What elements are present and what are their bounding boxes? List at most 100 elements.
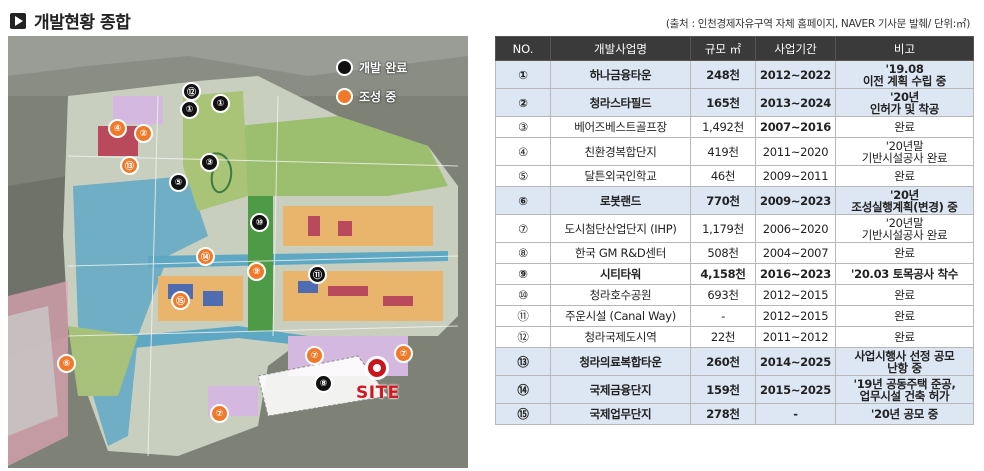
map-marker[interactable]: ⑫ [182,82,201,101]
row-name: 도시첨단산업단지 (IHP) [550,214,691,243]
row-period: - [755,403,836,425]
development-map: 개발 완료 조성 중 ⑫ ① ① ④ ② ⑬ ③ ⑤ ⑩ ⑭ ⑨ ⑪ ⑮ ⑥ ⑦… [8,36,468,468]
col-note: 비고 [835,36,974,61]
row-note-line1: '20년 [890,187,919,202]
row-name: 청라스타필드 [550,88,691,117]
table-row: ② 청라스타필드 165천 2013~2024 '20년 인허가 및 착공 [495,88,974,117]
row-period: 2007~2016 [755,116,836,138]
map-legend: 개발 완료 조성 중 [336,59,456,117]
row-no: ⑫ [495,326,551,348]
row-no: ⑭ [495,375,551,404]
row-no: ⑦ [495,214,551,243]
row-no: ⑧ [495,242,551,264]
row-note-line2: 난항 중 [887,360,922,375]
map-marker[interactable]: ⑦ [394,344,413,363]
row-no: ① [495,60,551,89]
row-name: 시티타워 [550,263,691,285]
row-note-line2: 이전 계획 수립 중 [862,73,947,88]
row-no: ⑤ [495,165,551,187]
row-size: 693천 [690,284,756,306]
black-dot-icon [336,59,353,76]
row-period: 2013~2024 [755,88,836,117]
row-name: 청라호수공원 [550,284,691,306]
row-period: 2016~2023 [755,263,836,285]
table-row: ⑫ 청라국제도시역 22천 2011~2012 완료 [495,326,974,348]
row-size: 1,179천 [690,214,756,243]
legend-complete: 개발 완료 [336,59,456,76]
row-note-line2: 업무시설 건축 허가 [859,388,950,403]
row-period: 2011~2020 [755,137,836,166]
map-marker[interactable]: ④ [108,119,127,138]
map-marker[interactable]: ⑨ [247,262,266,281]
col-size: 규모 ㎡ [690,36,756,61]
row-name: 주운시설 (Canal Way) [550,305,691,327]
map-marker[interactable]: ③ [200,153,219,172]
row-name: 국제업무단지 [550,403,691,425]
map-marker[interactable]: ⑮ [171,291,190,310]
table-row: ⑤ 달튼외국인학교 46천 2009~2011 완료 [495,165,974,187]
map-marker[interactable]: ⑥ [57,354,76,373]
map-marker[interactable]: ⑪ [308,265,327,284]
row-note-line2: 조성실행계획(변경) 중 [851,199,958,214]
table-row: ⑬ 청라의료복합타운 260천 2014~2025 사업시행사 선정 공모 난항 … [495,347,974,376]
projects-table: NO. 개발사업명 규모 ㎡ 사업기간 비고 ① 하나금융타운 248천 201… [495,36,974,425]
row-size: 1,492천 [690,116,756,138]
site-pin-icon[interactable] [365,356,389,380]
legend-complete-label: 개발 완료 [359,61,408,75]
table-row: ④ 친환경복합단지 419천 2011~2020 '20년말 기반시설공사 완료 [495,137,974,166]
map-marker[interactable]: ① [211,94,230,113]
row-note: '20년 조성실행계획(변경) 중 [835,186,974,215]
map-marker[interactable]: ⑤ [169,173,188,192]
row-name: 국제금융단지 [550,375,691,404]
row-period: 2012~2015 [755,305,836,327]
table-row: ⑭ 국제금융단지 159천 2015~2025 '19년 공동주택 준공, 업무시… [495,375,974,404]
row-no: ④ [495,137,551,166]
row-note-line1: 사업시행사 선정 공모 [854,348,955,363]
row-note: '20년 인허가 및 착공 [835,88,974,117]
row-name: 친환경복합단지 [550,137,691,166]
row-note: 사업시행사 선정 공모 난항 중 [835,347,974,376]
row-note: 완료 [835,305,974,327]
row-no: ⑥ [495,186,551,215]
row-name: 로봇랜드 [550,186,691,215]
row-note: '19.08 이전 계획 수립 중 [835,60,974,89]
row-period: 2009~2011 [755,165,836,187]
row-size: 278천 [690,403,756,425]
row-note-line1: '19.08 [885,61,924,76]
table-row: ⑪ 주운시설 (Canal Way) - 2012~2015 완료 [495,305,974,327]
table-row: ⑦ 도시첨단산업단지 (IHP) 1,179천 2006~2020 '20년말 기… [495,214,974,243]
map-marker[interactable]: ⑬ [120,156,139,175]
map-marker[interactable]: ② [134,124,153,143]
map-marker[interactable]: ⑭ [196,247,215,266]
row-note-line1: '19년 공동주택 준공, [853,376,956,391]
row-note: 완료 [835,284,974,306]
row-name: 청라의료복합타운 [550,347,691,376]
row-name: 하나금융타운 [550,60,691,89]
map-marker[interactable]: ① [180,100,199,119]
row-note: 완료 [835,242,974,264]
row-size: 4,158천 [690,263,756,285]
row-no: ② [495,88,551,117]
row-period: 2012~2022 [755,60,836,89]
row-period: 2009~2023 [755,186,836,215]
map-marker[interactable]: ⑦ [210,404,229,423]
source-note: (출처 : 인천경제자유구역 자체 홈페이지, NAVER 기사문 발췌/ 단위… [665,18,970,30]
row-size: 165천 [690,88,756,117]
table-row: ⑨ 시티타워 4,158천 2016~2023 '20.03 토목공사 착수 [495,263,974,285]
map-marker[interactable]: ⑦ [305,346,324,365]
map-marker[interactable]: ⑧ [314,374,333,393]
row-note: 완료 [835,116,974,138]
row-no: ⑪ [495,305,551,327]
row-no: ⑮ [495,403,551,425]
play-icon [10,12,26,29]
page-title: 개발현황 종합 [34,13,131,33]
map-marker[interactable]: ⑩ [250,213,269,232]
row-name: 달튼외국인학교 [550,165,691,187]
row-no: ⑬ [495,347,551,376]
row-size: 508천 [690,242,756,264]
row-size: 419천 [690,137,756,166]
table-header: NO. 개발사업명 규모 ㎡ 사업기간 비고 [495,36,974,61]
row-period: 2012~2015 [755,284,836,306]
orange-dot-icon [336,88,353,105]
row-note: '20년말 기반시설공사 완료 [835,137,974,166]
